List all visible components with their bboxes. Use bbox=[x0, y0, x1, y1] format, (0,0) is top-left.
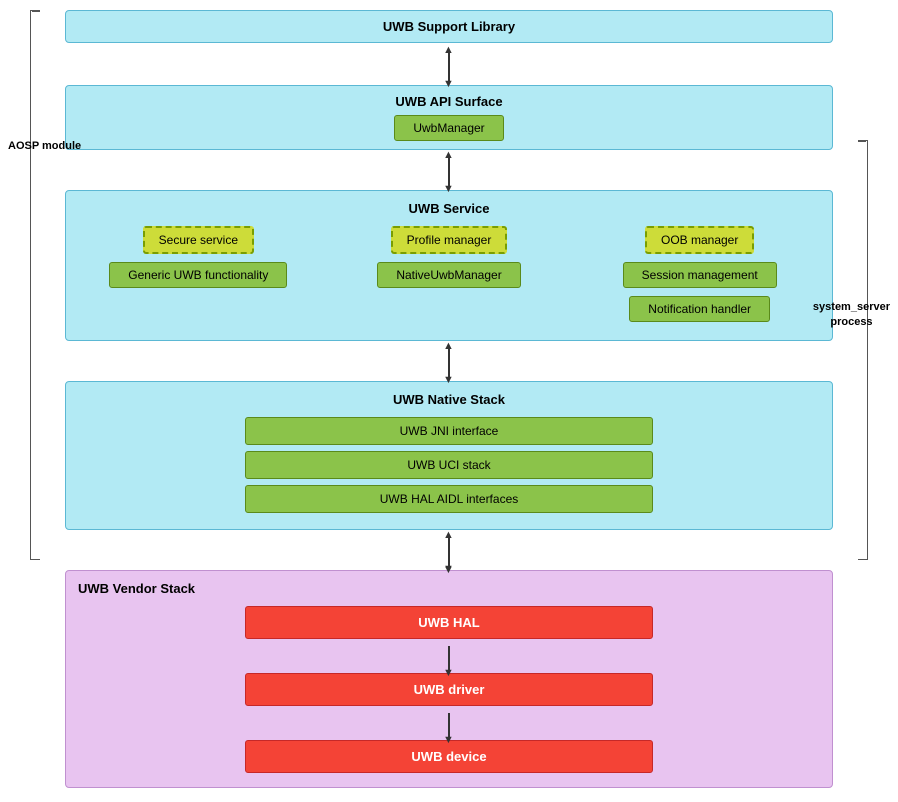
oob-manager-box: OOB manager bbox=[645, 226, 754, 254]
aosp-label: AOSP module bbox=[8, 140, 81, 152]
arrow-service bbox=[65, 154, 833, 190]
native-row-1: UWB JNI interface bbox=[78, 417, 820, 445]
vendor-arrow-2 bbox=[78, 710, 820, 740]
vendor-stack-section: UWB Vendor Stack UWB HAL UWB driver bbox=[65, 570, 833, 788]
uwb-service-title: UWB Service bbox=[78, 201, 820, 216]
service-col-notification: Notification handler bbox=[579, 296, 820, 322]
api-surface-inner: UwbManager bbox=[78, 115, 820, 141]
api-surface-box: UWB API Surface UwbManager bbox=[65, 85, 833, 150]
support-library-label: UWB Support Library bbox=[383, 19, 515, 34]
native-stack-section: UWB Native Stack UWB JNI interface UWB U… bbox=[65, 381, 833, 530]
generic-uwb-box: Generic UWB functionality bbox=[109, 262, 287, 288]
support-library-section: UWB Support Library bbox=[65, 10, 833, 43]
native-stack-title: UWB Native Stack bbox=[78, 392, 820, 407]
service-row-2: Generic UWB functionality NativeUwbManag… bbox=[78, 262, 820, 288]
support-library-box: UWB Support Library bbox=[65, 10, 833, 43]
arrow-line-1 bbox=[448, 52, 450, 82]
vendor-arrow-1 bbox=[78, 643, 820, 673]
arrow-line-3 bbox=[448, 348, 450, 378]
aosp-bracket bbox=[30, 10, 32, 560]
native-uwb-manager-box: NativeUwbManager bbox=[377, 262, 520, 288]
service-row-1: Secure service Profile manager OOB manag… bbox=[78, 226, 820, 254]
secure-service-box: Secure service bbox=[143, 226, 254, 254]
service-col-generic: Generic UWB functionality bbox=[78, 262, 319, 288]
vendor-row-1: UWB HAL bbox=[78, 606, 820, 639]
uwb-service-box: UWB Service Secure service Profile manag… bbox=[65, 190, 833, 341]
arrow-line-4: ▼ bbox=[448, 537, 450, 567]
service-col-secure: Secure service bbox=[78, 226, 319, 254]
arrow1-section bbox=[65, 49, 833, 85]
service-col-profile: Profile manager bbox=[329, 226, 570, 254]
arrow-api-surface bbox=[65, 49, 833, 85]
arrow-vendor: ▼ bbox=[65, 534, 833, 570]
arrow-native bbox=[65, 345, 833, 381]
uwb-manager-box: UwbManager bbox=[394, 115, 503, 141]
vendor-arrow-line-2 bbox=[448, 713, 450, 737]
uwb-uci-box: UWB UCI stack bbox=[245, 451, 653, 479]
vendor-stack-title: UWB Vendor Stack bbox=[78, 581, 820, 596]
diagram-container: AOSP module system_serverprocess UWB Sup… bbox=[0, 0, 898, 802]
arrow3-section bbox=[65, 345, 833, 381]
session-management-box: Session management bbox=[623, 262, 777, 288]
arrow-line-2 bbox=[448, 157, 450, 187]
api-surface-title: UWB API Surface bbox=[78, 94, 820, 109]
arrow2-section bbox=[65, 154, 833, 190]
vendor-arrow-line-1 bbox=[448, 646, 450, 670]
uwb-hal-box: UWB HAL bbox=[245, 606, 653, 639]
service-col-native-mgr: NativeUwbManager bbox=[329, 262, 570, 288]
uwb-hal-aidl-box: UWB HAL AIDL interfaces bbox=[245, 485, 653, 513]
vendor-stack-box: UWB Vendor Stack UWB HAL UWB driver bbox=[65, 570, 833, 788]
uwb-service-section: UWB Service Secure service Profile manag… bbox=[65, 190, 833, 341]
arrow4-section: ▼ bbox=[65, 534, 833, 570]
native-row-3: UWB HAL AIDL interfaces bbox=[78, 485, 820, 513]
system-server-bracket bbox=[866, 140, 868, 560]
uwb-jni-box: UWB JNI interface bbox=[245, 417, 653, 445]
native-row-2: UWB UCI stack bbox=[78, 451, 820, 479]
notification-handler-box: Notification handler bbox=[629, 296, 770, 322]
service-col-session: Session management bbox=[579, 262, 820, 288]
service-col-oob: OOB manager bbox=[579, 226, 820, 254]
profile-manager-box: Profile manager bbox=[391, 226, 508, 254]
native-stack-box: UWB Native Stack UWB JNI interface UWB U… bbox=[65, 381, 833, 530]
service-row-3: Notification handler bbox=[78, 296, 820, 322]
api-surface-section: UWB API Surface UwbManager bbox=[65, 85, 833, 150]
system-server-label: system_serverprocess bbox=[813, 300, 890, 331]
